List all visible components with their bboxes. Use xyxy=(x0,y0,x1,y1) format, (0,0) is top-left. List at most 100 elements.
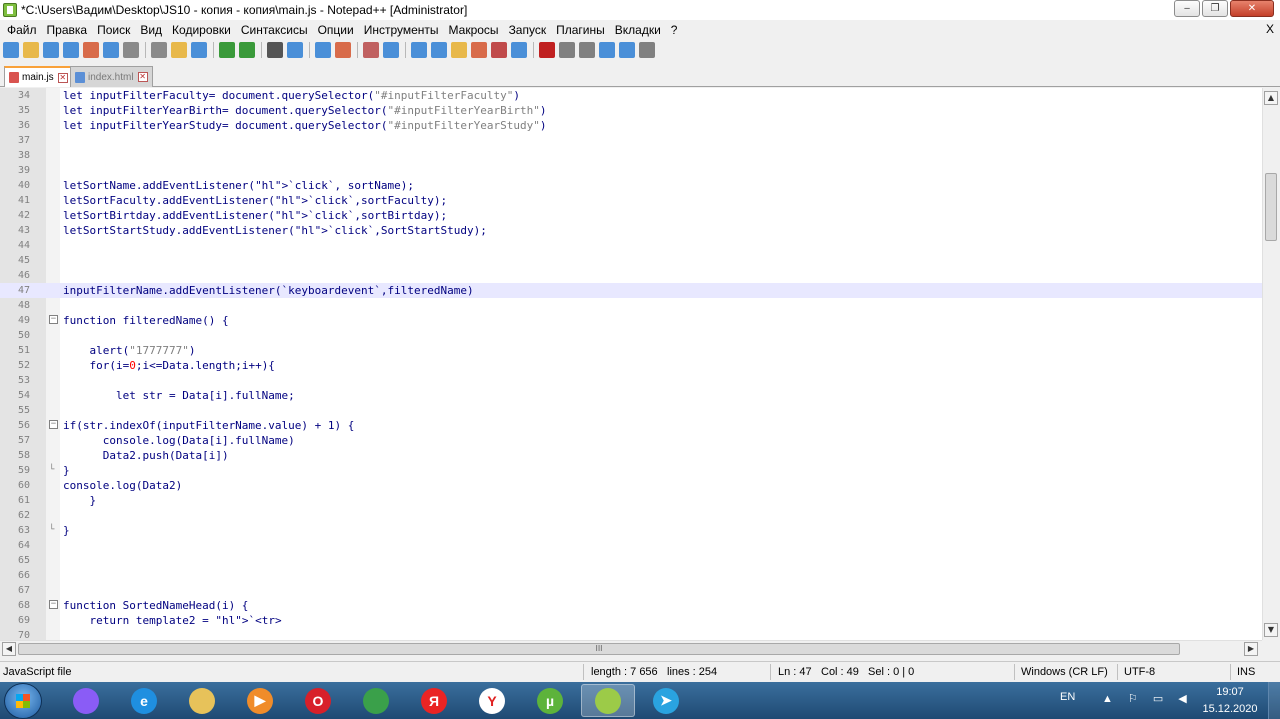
code-line[interactable]: 53 xyxy=(0,373,1262,388)
code-line[interactable]: 52 for(i=0;i<=Data.length;i++){ xyxy=(0,358,1262,373)
paste-icon[interactable] xyxy=(191,42,207,58)
taskbar-app-alice[interactable] xyxy=(59,684,113,717)
run-macro-icon[interactable] xyxy=(599,42,615,58)
save-macro-icon[interactable] xyxy=(619,42,635,58)
code-line[interactable]: 60 console.log(Data2) xyxy=(0,478,1262,493)
horizontal-scroll-thumb[interactable]: III xyxy=(18,643,1180,655)
replace-icon[interactable] xyxy=(287,42,303,58)
indent-guide-icon[interactable] xyxy=(451,42,467,58)
code-line[interactable]: 43 letSortStartStudy.addEventListener("hl… xyxy=(0,223,1262,238)
code-line[interactable]: 35 let inputFilterYearBirth= document.que… xyxy=(0,103,1262,118)
code-line[interactable]: 61 } xyxy=(0,493,1262,508)
close-document-button[interactable]: X xyxy=(1266,22,1274,36)
find-icon[interactable] xyxy=(267,42,283,58)
code-line[interactable]: 49 − function filteredName() { xyxy=(0,313,1262,328)
close-icon[interactable] xyxy=(83,42,99,58)
show-desktop-button[interactable] xyxy=(1268,682,1280,719)
play-macro-icon[interactable] xyxy=(579,42,595,58)
taskbar-app-media-player[interactable]: ▶ xyxy=(233,684,287,717)
all-chars-icon[interactable] xyxy=(431,42,447,58)
code-line[interactable]: 66 xyxy=(0,568,1262,583)
fold-toggle-icon[interactable]: − xyxy=(49,420,58,429)
udl-icon[interactable] xyxy=(471,42,487,58)
wrap-icon[interactable] xyxy=(411,42,427,58)
code-line[interactable]: 57 console.log(Data[i].fullName) xyxy=(0,433,1262,448)
code-line[interactable]: 36 let inputFilterYearStudy= document.que… xyxy=(0,118,1262,133)
code-line[interactable]: 40 letSortName.addEventListener("hl">`cli… xyxy=(0,178,1262,193)
taskbar-app-internet-explorer[interactable]: e xyxy=(117,684,171,717)
record-macro-icon[interactable] xyxy=(539,42,555,58)
code-line[interactable]: 67 xyxy=(0,583,1262,598)
taskbar-app-utorrent[interactable]: µ xyxy=(523,684,577,717)
code-line[interactable]: 38 xyxy=(0,148,1262,163)
status-eol[interactable]: Windows (CR LF) xyxy=(1021,666,1108,678)
taskbar-app-opera[interactable]: O xyxy=(291,684,345,717)
save-icon[interactable] xyxy=(43,42,59,58)
code-line[interactable]: 55 xyxy=(0,403,1262,418)
horizontal-scrollbar[interactable]: ◀ III ▶ xyxy=(0,640,1262,657)
code-line[interactable]: 39 xyxy=(0,163,1262,178)
language-indicator[interactable]: EN xyxy=(1060,691,1075,703)
minimize-button[interactable]: ‒ xyxy=(1174,0,1200,17)
code-line[interactable]: 64 xyxy=(0,538,1262,553)
menu-item[interactable]: Плагины xyxy=(551,23,610,37)
code-line[interactable]: 44 xyxy=(0,238,1262,253)
menu-item[interactable]: Запуск xyxy=(504,23,552,37)
menu-item[interactable]: Поиск xyxy=(92,23,135,37)
stop-macro-icon[interactable] xyxy=(559,42,575,58)
vertical-scroll-thumb[interactable] xyxy=(1265,173,1277,241)
menu-item[interactable]: Опции xyxy=(313,23,359,37)
redo-icon[interactable] xyxy=(239,42,255,58)
code-line[interactable]: 42 letSortBirtday.addEventListener("hl">`… xyxy=(0,208,1262,223)
tab-index-html[interactable]: index.html ✕ xyxy=(70,66,153,87)
code-line[interactable]: 68 − function SortedNameHead(i) { xyxy=(0,598,1262,613)
close-button[interactable]: ✕ xyxy=(1230,0,1274,17)
code-line[interactable]: 65 xyxy=(0,553,1262,568)
sync-horizontal-icon[interactable] xyxy=(383,42,399,58)
open-file-icon[interactable] xyxy=(23,42,39,58)
close-all-icon[interactable] xyxy=(103,42,119,58)
menu-item[interactable]: Инструменты xyxy=(359,23,444,37)
close-tab-icon[interactable]: ✕ xyxy=(57,72,68,83)
undo-icon[interactable] xyxy=(219,42,235,58)
scroll-down-icon[interactable]: ▼ xyxy=(1264,623,1278,637)
zoom-in-icon[interactable] xyxy=(315,42,331,58)
code-editor[interactable]: 34 let inputFilterFaculty= document.query… xyxy=(0,88,1262,640)
code-line[interactable]: 63 └} xyxy=(0,523,1262,538)
code-line[interactable]: 41 letSortFaculty.addEventListener("hl">`… xyxy=(0,193,1262,208)
function-list-icon[interactable] xyxy=(511,42,527,58)
code-line[interactable]: 50 xyxy=(0,328,1262,343)
start-button[interactable] xyxy=(4,683,42,719)
clock-time[interactable]: 19:07 xyxy=(1195,686,1265,698)
taskbar-app-file-explorer[interactable] xyxy=(175,684,229,717)
menu-item[interactable]: Синтаксисы xyxy=(236,23,313,37)
fold-toggle-icon[interactable]: − xyxy=(49,315,58,324)
menu-item[interactable]: Кодировки xyxy=(167,23,236,37)
taskbar-app-yandex-browser[interactable]: Y xyxy=(465,684,519,717)
doc-map-icon[interactable] xyxy=(491,42,507,58)
code-line[interactable]: 54 let str = Data[i].fullName; xyxy=(0,388,1262,403)
menu-item[interactable]: Вкладки xyxy=(610,23,666,37)
code-line[interactable]: 48 xyxy=(0,298,1262,313)
code-line[interactable]: 58 Data2.push(Data[i]) xyxy=(0,448,1262,463)
taskbar-app-notepad-plus-plus[interactable] xyxy=(581,684,635,717)
scroll-right-icon[interactable]: ▶ xyxy=(1244,642,1258,656)
vertical-scrollbar[interactable]: ▲ ▼ xyxy=(1262,88,1280,640)
new-file-icon[interactable] xyxy=(3,42,19,58)
code-line[interactable]: 45 xyxy=(0,253,1262,268)
taskbar-app-yandex[interactable]: Я xyxy=(407,684,461,717)
scroll-left-icon[interactable]: ◀ xyxy=(2,642,16,656)
status-encoding[interactable]: UTF-8 xyxy=(1124,666,1155,678)
extra-icon[interactable] xyxy=(639,42,655,58)
menu-item[interactable]: Правка xyxy=(42,23,93,37)
taskbar-app-chrome[interactable] xyxy=(349,684,403,717)
code-line[interactable]: 69 return template2 = "hl">`<tr> xyxy=(0,613,1262,628)
code-line[interactable]: 47 inputFilterName.addEventListener(`keyb… xyxy=(0,283,1262,298)
taskbar-app-telegram[interactable]: ➤ xyxy=(639,684,693,717)
tray-icons[interactable]: ▲ ⚐ ▭ ◀ xyxy=(1102,692,1193,705)
zoom-out-icon[interactable] xyxy=(335,42,351,58)
cut-icon[interactable] xyxy=(151,42,167,58)
save-all-icon[interactable] xyxy=(63,42,79,58)
menu-item[interactable]: ? xyxy=(666,23,683,37)
copy-icon[interactable] xyxy=(171,42,187,58)
